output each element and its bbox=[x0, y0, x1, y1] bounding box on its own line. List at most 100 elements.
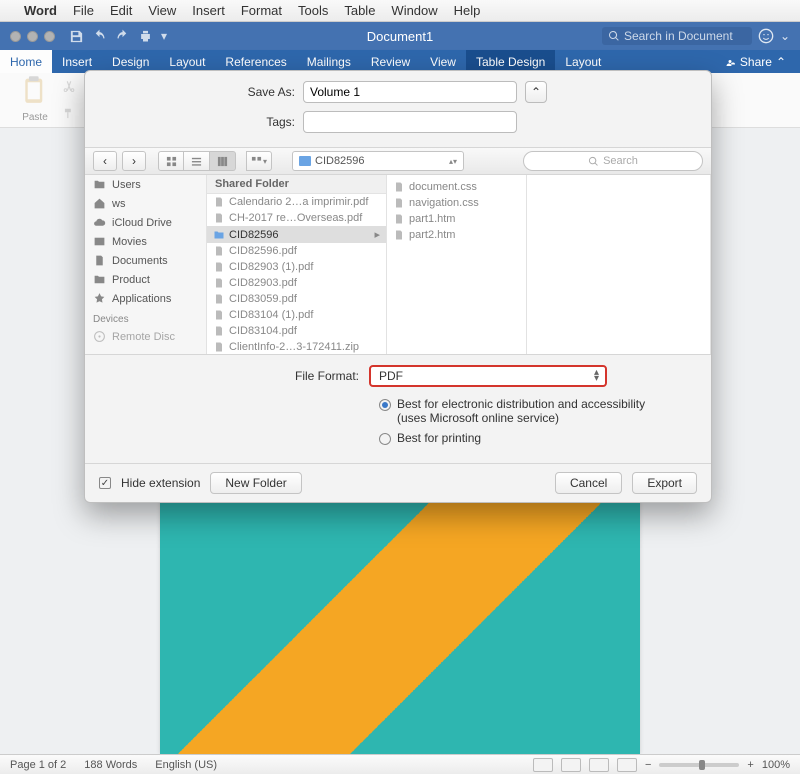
search-placeholder: Search in Document bbox=[624, 29, 733, 43]
menu-help[interactable]: Help bbox=[454, 3, 481, 18]
paste-icon bbox=[20, 75, 50, 109]
group-icon bbox=[251, 156, 262, 167]
menu-file[interactable]: File bbox=[73, 3, 94, 18]
file-column-2: document.css navigation.csspart1.htmpart2… bbox=[387, 175, 527, 354]
collapse-dialog-button[interactable]: ⌃ bbox=[525, 81, 547, 103]
file-row[interactable]: Calendario 2…a imprimir.pdf bbox=[207, 194, 386, 210]
menu-window[interactable]: Window bbox=[391, 3, 437, 18]
sidebar-item-icloud[interactable]: iCloud Drive bbox=[85, 213, 206, 232]
sidebar-item-users[interactable]: Users bbox=[85, 175, 206, 194]
pdf-option-electronic[interactable]: Best for electronic distribution and acc… bbox=[379, 397, 693, 425]
file-column-1: Shared Folder Calendario 2…a imprimir.pd… bbox=[207, 175, 387, 354]
sidebar-item-remote-disc[interactable]: Remote Disc bbox=[85, 327, 206, 346]
print-layout-view-button[interactable] bbox=[533, 758, 553, 772]
file-search-input[interactable]: Search bbox=[523, 151, 703, 171]
titlebar-dropdown-icon[interactable]: ⌄ bbox=[780, 29, 790, 43]
icon-view-button[interactable] bbox=[158, 151, 184, 171]
file-row[interactable]: navigation.css bbox=[387, 195, 526, 211]
file-row[interactable]: CH-2017 re…Overseas.pdf bbox=[207, 210, 386, 226]
draft-view-button[interactable] bbox=[617, 758, 637, 772]
tags-input[interactable] bbox=[303, 111, 517, 133]
status-language[interactable]: English (US) bbox=[155, 759, 217, 771]
column-view-button[interactable] bbox=[210, 151, 236, 171]
radio-label: Best for printing bbox=[397, 431, 481, 445]
tab-home[interactable]: Home bbox=[0, 50, 52, 73]
menu-table[interactable]: Table bbox=[344, 3, 375, 18]
hide-extension-label: Hide extension bbox=[121, 476, 200, 490]
pdf-option-printing[interactable]: Best for printing bbox=[379, 431, 693, 445]
menu-format[interactable]: Format bbox=[241, 3, 282, 18]
sidebar-label: Documents bbox=[112, 255, 168, 267]
file-icon bbox=[213, 341, 225, 353]
share-button[interactable]: Share ⌃ bbox=[710, 50, 800, 73]
file-row[interactable]: CID83059.pdf bbox=[207, 291, 386, 307]
menu-edit[interactable]: Edit bbox=[110, 3, 132, 18]
zoom-slider[interactable] bbox=[659, 763, 739, 767]
zoom-out-button[interactable]: − bbox=[645, 759, 651, 771]
close-window-icon[interactable] bbox=[10, 31, 21, 42]
status-words[interactable]: 188 Words bbox=[84, 759, 137, 771]
status-page[interactable]: Page 1 of 2 bbox=[10, 759, 66, 771]
applications-icon bbox=[93, 292, 106, 305]
list-view-icon bbox=[191, 156, 202, 167]
file-row[interactable]: CID82596.pdf bbox=[207, 243, 386, 259]
file-row[interactable]: CID82903.pdf bbox=[207, 275, 386, 291]
sidebar-item-documents[interactable]: Documents bbox=[85, 251, 206, 270]
file-row[interactable]: document.css bbox=[387, 179, 526, 195]
format-painter-icon[interactable] bbox=[62, 107, 76, 121]
cut-icon[interactable] bbox=[62, 79, 76, 93]
list-view-button[interactable] bbox=[184, 151, 210, 171]
new-folder-button[interactable]: New Folder bbox=[210, 472, 301, 494]
mac-menubar: Word File Edit View Insert Format Tools … bbox=[0, 0, 800, 22]
minimize-window-icon[interactable] bbox=[27, 31, 38, 42]
file-row[interactable]: part2.htm bbox=[387, 227, 526, 243]
file-icon bbox=[213, 261, 225, 273]
disc-icon bbox=[93, 330, 106, 343]
zoom-in-button[interactable]: + bbox=[747, 759, 753, 771]
cancel-button[interactable]: Cancel bbox=[555, 472, 622, 494]
outline-view-button[interactable] bbox=[589, 758, 609, 772]
feedback-icon[interactable] bbox=[758, 28, 774, 44]
sidebar-item-ws[interactable]: ws bbox=[85, 194, 206, 213]
radio-label: Best for electronic distribution and acc… bbox=[397, 397, 645, 411]
file-row[interactable]: part1.htm bbox=[387, 211, 526, 227]
sidebar-item-applications[interactable]: Applications bbox=[85, 289, 206, 308]
paste-button[interactable]: Paste bbox=[12, 75, 58, 123]
menu-insert[interactable]: Insert bbox=[192, 3, 225, 18]
file-name: CID83104.pdf bbox=[229, 325, 297, 337]
path-dropdown[interactable]: CID82596 ▴▾ bbox=[292, 151, 464, 171]
web-layout-view-button[interactable] bbox=[561, 758, 581, 772]
file-row[interactable]: CID82596▸ bbox=[207, 226, 386, 243]
file-browser-columns: Users ws iCloud Drive Movies Documents P… bbox=[85, 175, 711, 355]
undo-icon[interactable] bbox=[92, 29, 107, 44]
search-document-field[interactable]: Search in Document bbox=[602, 27, 752, 45]
file-row[interactable]: CID83104 (1).pdf bbox=[207, 307, 386, 323]
menu-tools[interactable]: Tools bbox=[298, 3, 328, 18]
group-items-button[interactable]: ▾ bbox=[246, 151, 272, 171]
sidebar-item-product[interactable]: Product bbox=[85, 270, 206, 289]
save-icon[interactable] bbox=[69, 29, 84, 44]
file-name: CID82596 bbox=[229, 229, 279, 241]
export-button[interactable]: Export bbox=[632, 472, 697, 494]
save-as-input[interactable] bbox=[303, 81, 517, 103]
sidebar-item-movies[interactable]: Movies bbox=[85, 232, 206, 251]
file-column-3 bbox=[527, 175, 711, 354]
zoom-window-icon[interactable] bbox=[44, 31, 55, 42]
file-format-select[interactable]: PDF ▴▾ bbox=[369, 365, 607, 387]
hide-extension-checkbox[interactable]: ✓ bbox=[99, 477, 111, 489]
menu-view[interactable]: View bbox=[148, 3, 176, 18]
file-row[interactable]: CID83104.pdf bbox=[207, 323, 386, 339]
file-name: document.css bbox=[409, 181, 477, 193]
forward-button[interactable]: › bbox=[122, 151, 146, 171]
ribbon-collapse-icon[interactable]: ⌃ bbox=[776, 55, 786, 69]
back-button[interactable]: ‹ bbox=[93, 151, 117, 171]
path-label: CID82596 bbox=[315, 155, 365, 167]
folder-icon bbox=[299, 156, 311, 166]
file-row[interactable]: ClientInfo-2…3-172411.zip bbox=[207, 339, 386, 354]
redo-icon[interactable] bbox=[115, 29, 130, 44]
print-icon[interactable] bbox=[138, 29, 153, 44]
app-name[interactable]: Word bbox=[24, 3, 57, 18]
qat-dropdown-icon[interactable]: ▾ bbox=[161, 29, 167, 43]
zoom-level[interactable]: 100% bbox=[762, 759, 790, 771]
file-row[interactable]: CID82903 (1).pdf bbox=[207, 259, 386, 275]
